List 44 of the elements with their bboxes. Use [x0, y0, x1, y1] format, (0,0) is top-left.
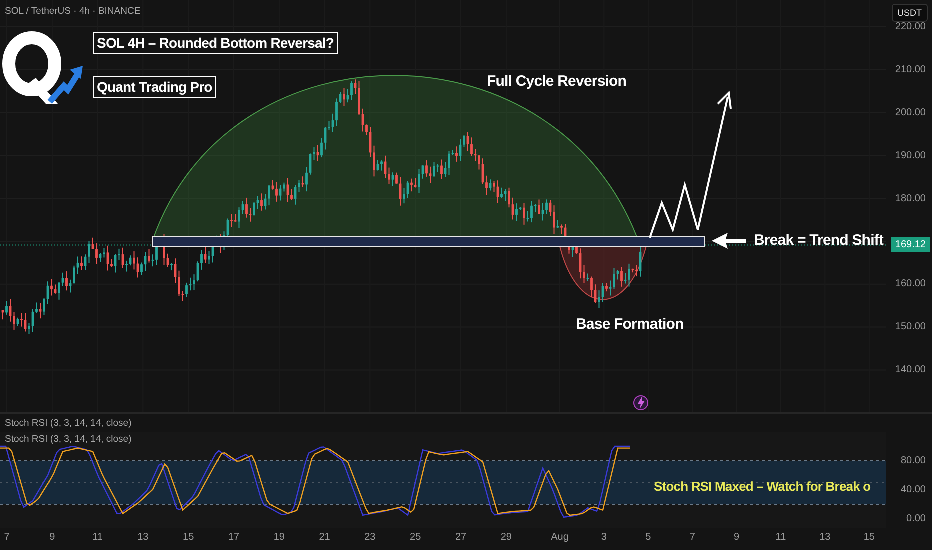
- price-tick: 200.00: [895, 107, 926, 118]
- indicator-note: Stoch RSI Maxed – Watch for Break o: [654, 479, 871, 494]
- date-tick: 13: [138, 532, 149, 543]
- symbol-title: SOL / TetherUS · 4h · BINANCE: [5, 6, 141, 17]
- price-tick: 160.00: [895, 278, 926, 290]
- indicator-tick: 0.00: [906, 514, 926, 524]
- currency-button[interactable]: USDT: [892, 4, 928, 22]
- pointer-arrow: [712, 233, 746, 249]
- date-tick: 23: [364, 532, 376, 543]
- price-tick: 190.00: [895, 150, 926, 162]
- dome-label: Full Cycle Reversion: [487, 73, 627, 90]
- indicator-tick: 80.00: [900, 456, 926, 466]
- date-tick: 5: [646, 532, 652, 543]
- price-tick: 210.00: [895, 64, 926, 76]
- indicator-tick: 40.00: [900, 484, 926, 496]
- price-tick: 140.00: [895, 364, 926, 376]
- date-tick: 21: [319, 532, 330, 543]
- last-price-badge: 169.12: [891, 238, 930, 253]
- author-label: Quant Trading Pro: [93, 76, 216, 98]
- date-tick: Aug: [551, 532, 569, 543]
- date-tick: 3: [601, 532, 607, 543]
- date-tick: 11: [92, 532, 103, 543]
- date-tick: 29: [500, 532, 512, 543]
- price-tick: 220.00: [895, 22, 926, 32]
- chart-title: SOL 4H – Rounded Bottom Reversal?: [93, 32, 338, 54]
- date-tick: 13: [820, 532, 831, 543]
- date-tick: 19: [274, 532, 285, 543]
- date-tick: 7: [4, 532, 10, 543]
- price-tick: 180.00: [895, 193, 926, 204]
- date-tick: 27: [455, 532, 467, 543]
- lightning-icon: [634, 396, 648, 410]
- date-tick: 15: [183, 532, 194, 543]
- date-tick: 15: [864, 532, 875, 543]
- date-tick: 25: [410, 532, 422, 543]
- date-tick: 11: [776, 532, 786, 543]
- date-tick: 7: [690, 532, 696, 543]
- breakout-label: Break = Trend Shift: [754, 232, 884, 249]
- price-tick: 150.00: [895, 322, 926, 333]
- indicator-header: Stoch RSI (3, 3, 14, 14, close): [5, 418, 132, 429]
- date-tick: 9: [50, 532, 56, 543]
- date-tick: 17: [228, 532, 240, 543]
- base-label: Base Formation: [576, 316, 684, 333]
- date-tick: 9: [734, 532, 740, 543]
- indicator-legend: Stoch RSI (3, 3, 14, 14, close): [5, 434, 132, 445]
